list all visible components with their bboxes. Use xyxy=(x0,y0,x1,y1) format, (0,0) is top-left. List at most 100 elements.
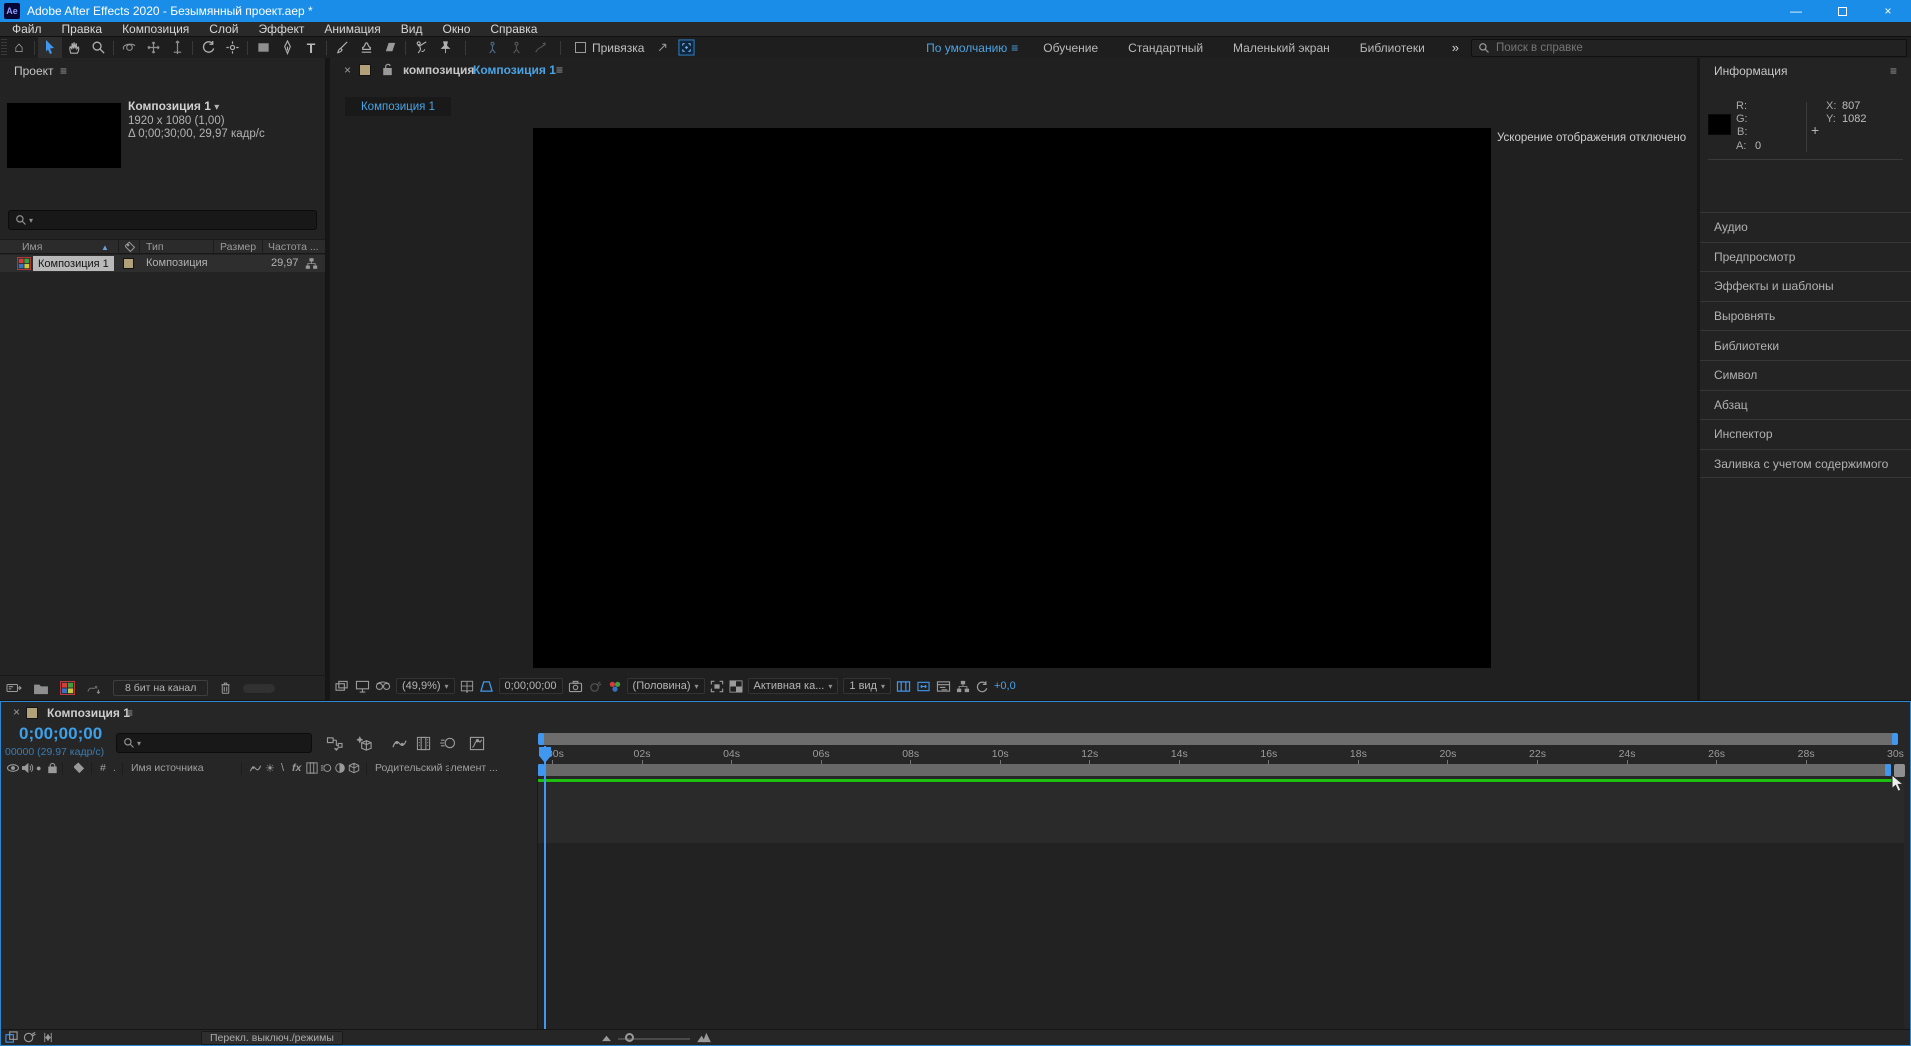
pan-behind-tool[interactable] xyxy=(220,37,244,59)
dot-column[interactable]: . xyxy=(113,762,116,774)
channel-goggles-icon[interactable] xyxy=(375,680,391,692)
panel-tab[interactable]: Аудио xyxy=(1700,212,1911,242)
info-panel-title[interactable]: Информация xyxy=(1714,64,1787,78)
workspace-tab[interactable]: Стандартный xyxy=(1113,41,1218,55)
snap-checkbox[interactable] xyxy=(575,42,586,53)
rectangle-tool[interactable] xyxy=(251,37,275,59)
help-search-field[interactable] xyxy=(1471,39,1907,57)
menu-item[interactable]: Слой xyxy=(199,22,248,36)
type-tool[interactable]: T xyxy=(299,37,323,59)
viewer-panel-title[interactable]: композиция xyxy=(403,63,474,77)
quality-switch-icon[interactable]: \ xyxy=(281,762,284,774)
parent-column[interactable]: Родительский элемент ... xyxy=(375,762,498,774)
viewer-time-display[interactable]: 0;00;00;00 xyxy=(499,678,563,694)
panel-resize-pill[interactable] xyxy=(243,684,275,693)
label-column-icon[interactable] xyxy=(124,241,136,253)
composition-mini-flowchart-button[interactable] xyxy=(326,736,343,751)
pixel-aspect-correction-icon[interactable] xyxy=(916,680,931,693)
menu-item[interactable]: Эффект xyxy=(248,22,314,36)
hand-tool[interactable] xyxy=(62,37,86,59)
grid-guides-icon[interactable] xyxy=(460,680,474,693)
show-channel-icon[interactable] xyxy=(608,680,622,693)
current-time-display[interactable]: 0;00;00;00 xyxy=(19,724,102,744)
viewer-tab-close-icon[interactable]: × xyxy=(344,63,351,77)
motion-blur-switch-icon[interactable] xyxy=(320,762,332,774)
trash-icon[interactable] xyxy=(219,681,232,695)
source-name-column[interactable]: Имя источника xyxy=(131,762,204,774)
flowchart-icon[interactable] xyxy=(305,257,318,270)
work-area-bar[interactable] xyxy=(538,764,1891,776)
menu-item[interactable]: Вид xyxy=(391,22,433,36)
comp-flowchart-icon[interactable] xyxy=(956,680,970,693)
workspace-tab[interactable]: Маленький экран xyxy=(1218,41,1345,55)
expand-inout-columns-button[interactable] xyxy=(41,1031,55,1044)
ruler-mark[interactable]: 20s xyxy=(1439,746,1529,764)
timeline-track-area[interactable] xyxy=(538,843,1904,1029)
reset-exposure-icon[interactable] xyxy=(975,680,989,693)
info-panel-menu-icon[interactable]: ≡ xyxy=(1890,64,1897,78)
layer-number-column[interactable]: # xyxy=(100,762,106,774)
orbit-camera-tool[interactable] xyxy=(117,37,141,59)
time-ruler[interactable]: :00s02s04s06s08s10s12s14s16s18s20s22s24s… xyxy=(538,746,1904,764)
dolly-camera-tool[interactable] xyxy=(165,37,189,59)
region-of-interest-icon[interactable] xyxy=(710,680,724,693)
mask-expansion-button[interactable] xyxy=(674,37,698,59)
roto-brush-tool[interactable] xyxy=(409,37,433,59)
new-folder-icon[interactable] xyxy=(33,682,49,695)
ruler-mark[interactable]: 28s xyxy=(1798,746,1888,764)
transparency-grid-icon[interactable] xyxy=(729,680,743,693)
fx-switch-icon[interactable]: fx xyxy=(292,762,301,774)
lock-open-icon[interactable] xyxy=(382,63,393,76)
workspace-tab[interactable]: Обучение xyxy=(1028,41,1113,55)
workspace-overflow-icon[interactable]: » xyxy=(1440,40,1471,55)
workspace-menu-icon[interactable]: ≡ xyxy=(1011,41,1028,55)
main-viewer-icon[interactable] xyxy=(355,680,370,693)
pen-tool[interactable] xyxy=(275,37,299,59)
resolution-dropdown[interactable]: (Половина)▾ xyxy=(627,678,705,694)
panel-tab[interactable]: Предпросмотр xyxy=(1700,242,1911,272)
panel-tab[interactable]: Эффекты и шаблоны xyxy=(1700,271,1911,301)
menu-item[interactable]: Анимация xyxy=(314,22,390,36)
always-preview-icon[interactable] xyxy=(335,680,350,693)
puppet-pin-tool[interactable] xyxy=(433,37,457,59)
ruler-mark[interactable]: 24s xyxy=(1619,746,1709,764)
eraser-tool[interactable] xyxy=(378,37,402,59)
menu-item[interactable]: Окно xyxy=(432,22,480,36)
pan-camera-tool[interactable] xyxy=(141,37,165,59)
panel-tab[interactable]: Заливка с учетом содержимого xyxy=(1700,449,1911,479)
ruler-mark[interactable]: 14s xyxy=(1171,746,1261,764)
draft-3d-button[interactable] xyxy=(356,736,373,752)
home-button[interactable]: ⌂ xyxy=(7,37,31,59)
frame-blending-button[interactable] xyxy=(416,736,431,751)
mask-visibility-icon[interactable] xyxy=(479,680,494,693)
lock-icon[interactable] xyxy=(47,762,58,774)
cube-3d-switch-icon[interactable] xyxy=(348,762,360,774)
zoom-out-mountain-icon[interactable] xyxy=(601,1034,612,1042)
project-row-composition[interactable]: Композиция 1 Композиция 29,97 xyxy=(0,255,325,272)
view-layout-dropdown[interactable]: 1 вид▾ xyxy=(843,678,891,694)
close-button[interactable]: × xyxy=(1865,0,1911,22)
exposure-value[interactable]: +0,0 xyxy=(994,680,1016,692)
help-search-input[interactable] xyxy=(1496,42,1826,54)
ruler-mark[interactable]: 06s xyxy=(813,746,903,764)
ruler-mark[interactable]: :00s xyxy=(544,746,634,764)
panel-tab[interactable]: Символ xyxy=(1700,360,1911,390)
ruler-mark[interactable]: 04s xyxy=(723,746,813,764)
zoom-tool[interactable] xyxy=(86,37,110,59)
ruler-mark[interactable]: 10s xyxy=(992,746,1082,764)
maximize-button[interactable] xyxy=(1819,0,1865,22)
zoom-level-dropdown[interactable]: (49,9%)▾ xyxy=(396,678,455,694)
mini-timeline-icon[interactable] xyxy=(936,680,951,693)
snap-toggle[interactable]: Привязка xyxy=(575,41,644,55)
viewer-comp-tab[interactable]: Композиция 1 xyxy=(345,97,451,116)
camera-dropdown[interactable]: Активная ка...▾ xyxy=(748,678,839,694)
panel-tab[interactable]: Выровнять xyxy=(1700,301,1911,331)
expand-layer-switches-button[interactable] xyxy=(5,1031,19,1044)
timeline-tab-close-icon[interactable]: × xyxy=(13,705,20,719)
solo-icon[interactable]: ● xyxy=(36,763,41,773)
timeline-zoom-knob[interactable] xyxy=(625,1033,634,1042)
project-search-field[interactable]: ▾ xyxy=(8,210,317,230)
adjustment-switch-icon[interactable] xyxy=(334,762,346,774)
label-color-chip[interactable] xyxy=(123,258,134,269)
viewer-panel-menu-icon[interactable]: ≡ xyxy=(556,63,563,77)
